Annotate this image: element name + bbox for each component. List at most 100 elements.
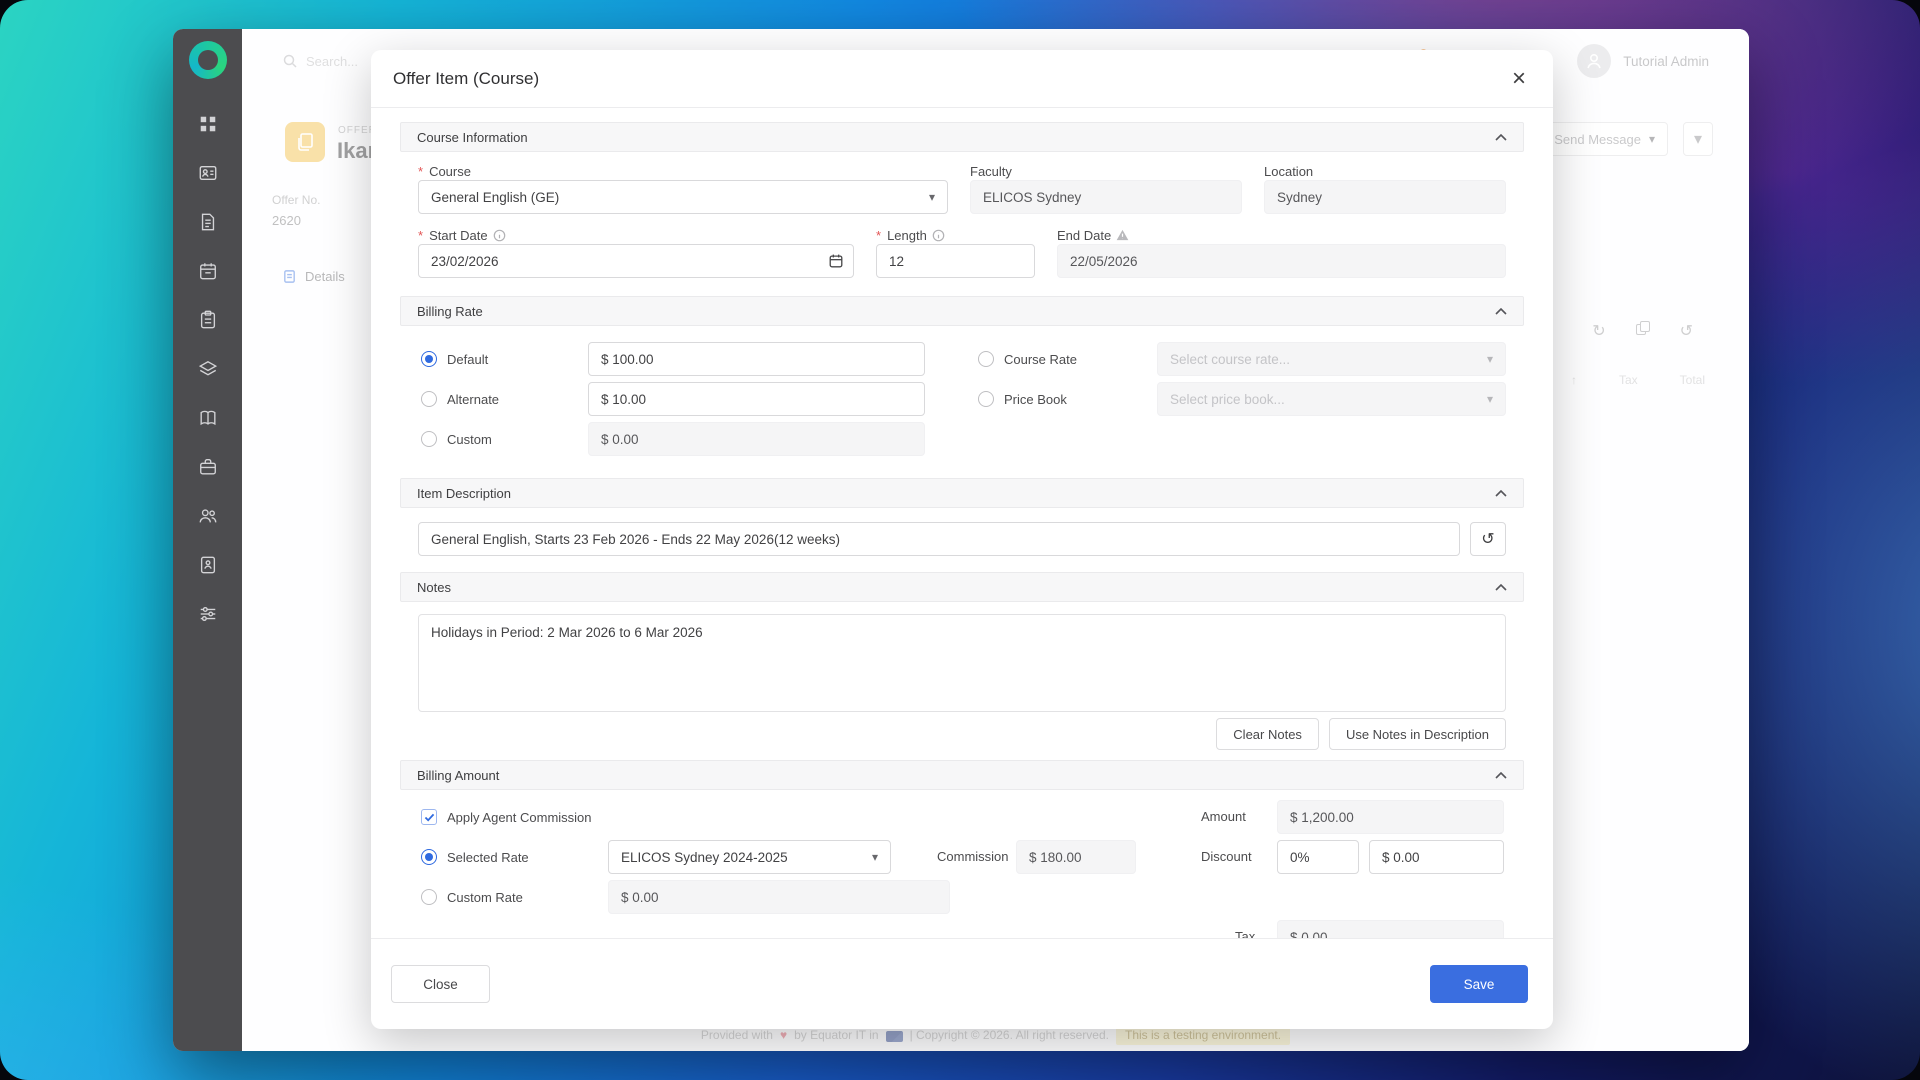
close-button[interactable]: Close <box>391 965 490 1003</box>
sidebar-item-programs[interactable] <box>197 358 219 380</box>
custom-rate-field: $ 0.00 <box>588 422 925 456</box>
radio-icon <box>421 391 437 407</box>
price-book-placeholder: Select price book... <box>1170 392 1285 407</box>
app-logo-icon[interactable] <box>189 41 227 79</box>
sidebar-item-courses[interactable] <box>197 260 219 282</box>
section-title: Item Description <box>417 486 511 501</box>
section-item-description[interactable]: Item Description <box>400 478 1524 508</box>
sidebar-item-documents[interactable] <box>197 554 219 576</box>
sliders-icon <box>198 604 218 624</box>
use-notes-in-description-button[interactable]: Use Notes in Description <box>1329 718 1506 750</box>
section-course-information[interactable]: Course Information <box>400 122 1524 152</box>
commission-rate-select[interactable]: ELICOS Sydney 2024-2025 ▾ <box>608 840 891 874</box>
radio-default[interactable]: Default <box>418 351 588 367</box>
section-title: Billing Amount <box>417 768 499 783</box>
section-notes[interactable]: Notes <box>400 572 1524 602</box>
sidebar-item-invoices[interactable] <box>197 309 219 331</box>
save-button[interactable]: Save <box>1430 965 1528 1003</box>
required-asterisk: * <box>876 228 881 243</box>
radio-alternate[interactable]: Alternate <box>418 391 588 407</box>
apply-agent-commission-checkbox[interactable]: Apply Agent Commission <box>421 809 592 825</box>
info-icon <box>932 229 945 242</box>
calendar-icon[interactable] <box>828 253 844 269</box>
commission-label: Commission <box>937 840 1009 874</box>
clear-notes-button[interactable]: Clear Notes <box>1216 718 1319 750</box>
sidebar-item-agents[interactable] <box>197 505 219 527</box>
commission-rate-value: ELICOS Sydney 2024-2025 <box>621 850 788 865</box>
price-book-select[interactable]: Select price book... ▾ <box>1157 382 1506 416</box>
warning-icon <box>1116 229 1129 241</box>
history-icon: ↺ <box>1481 529 1494 549</box>
amount-field: $ 1,200.00 <box>1277 800 1504 834</box>
grid-icon <box>198 114 218 134</box>
section-title: Notes <box>417 580 451 595</box>
modal-body: Course Information * Course General Engli… <box>371 108 1553 938</box>
section-billing-rate[interactable]: Billing Rate <box>400 296 1524 326</box>
commission-field: $ 180.00 <box>1016 840 1136 874</box>
modal-title: Offer Item (Course) <box>393 69 539 89</box>
section-billing-amount[interactable]: Billing Amount <box>400 760 1524 790</box>
id-card-icon <box>198 163 218 183</box>
users-icon <box>198 506 218 526</box>
course-select[interactable]: General English (GE) ▾ <box>418 180 948 214</box>
radio-custom-label: Custom <box>447 432 492 447</box>
sidebar-item-finance[interactable] <box>197 456 219 478</box>
sidebar <box>173 29 242 1051</box>
regenerate-description-button[interactable]: ↺ <box>1470 522 1506 556</box>
required-asterisk: * <box>418 164 423 179</box>
chevron-up-icon <box>1495 308 1507 315</box>
app-window: Search... Tutorial Admin OFFER Ikar Offe… <box>173 29 1749 1051</box>
chevron-up-icon <box>1495 584 1507 591</box>
discount-amount-input[interactable] <box>1369 840 1504 874</box>
course-label: Course <box>429 164 471 179</box>
radio-alternate-label: Alternate <box>447 392 499 407</box>
discount-label: Discount <box>1201 840 1252 874</box>
location-label: Location <box>1264 164 1313 179</box>
tax-label: Tax <box>1235 920 1255 938</box>
radio-icon <box>421 849 437 865</box>
default-rate-input[interactable] <box>588 342 925 376</box>
chevron-up-icon <box>1495 134 1507 141</box>
checkbox-icon <box>421 809 437 825</box>
sidebar-item-library[interactable] <box>197 407 219 429</box>
course-rate-select[interactable]: Select course rate... ▾ <box>1157 342 1506 376</box>
file-text-icon <box>198 212 218 232</box>
radio-course-rate[interactable]: Course Rate <box>975 351 1157 367</box>
sidebar-item-settings[interactable] <box>197 603 219 625</box>
radio-price-book[interactable]: Price Book <box>975 391 1157 407</box>
radio-custom-rate[interactable]: Custom Rate <box>421 889 523 905</box>
start-date-input[interactable] <box>418 244 854 278</box>
caret-down-icon: ▾ <box>872 850 878 864</box>
required-asterisk: * <box>418 228 423 243</box>
sidebar-item-contacts[interactable] <box>197 162 219 184</box>
notes-textarea[interactable]: Holidays in Period: 2 Mar 2026 to 6 Mar … <box>418 614 1506 712</box>
course-select-value: General English (GE) <box>431 190 559 205</box>
tax-field: $ 0.00 <box>1277 920 1504 938</box>
selected-rate-label: Selected Rate <box>447 850 529 865</box>
start-date-label: Start Date <box>429 228 488 243</box>
item-description-input[interactable] <box>418 522 1460 556</box>
apply-agent-commission-label: Apply Agent Commission <box>447 810 592 825</box>
caret-down-icon: ▾ <box>1487 352 1493 366</box>
radio-icon <box>978 391 994 407</box>
sidebar-item-offers[interactable] <box>197 211 219 233</box>
section-title: Course Information <box>417 130 528 145</box>
custom-commission-field: $ 0.00 <box>608 880 950 914</box>
length-input[interactable] <box>876 244 1035 278</box>
sidebar-item-dashboard[interactable] <box>197 113 219 135</box>
discount-percent-input[interactable] <box>1277 840 1359 874</box>
caret-down-icon: ▾ <box>1487 392 1493 406</box>
radio-icon <box>421 351 437 367</box>
end-date-field: 22/05/2026 <box>1057 244 1506 278</box>
chevron-up-icon <box>1495 772 1507 779</box>
faculty-field: ELICOS Sydney <box>970 180 1242 214</box>
section-title: Billing Rate <box>417 304 483 319</box>
alternate-rate-input[interactable] <box>588 382 925 416</box>
end-date-label: End Date <box>1057 228 1111 243</box>
close-icon[interactable]: × <box>1512 67 1526 91</box>
radio-custom[interactable]: Custom <box>418 431 588 447</box>
profile-doc-icon <box>198 555 218 575</box>
radio-course-rate-label: Course Rate <box>1004 352 1077 367</box>
chevron-up-icon <box>1495 490 1507 497</box>
radio-selected-rate[interactable]: Selected Rate <box>421 849 529 865</box>
